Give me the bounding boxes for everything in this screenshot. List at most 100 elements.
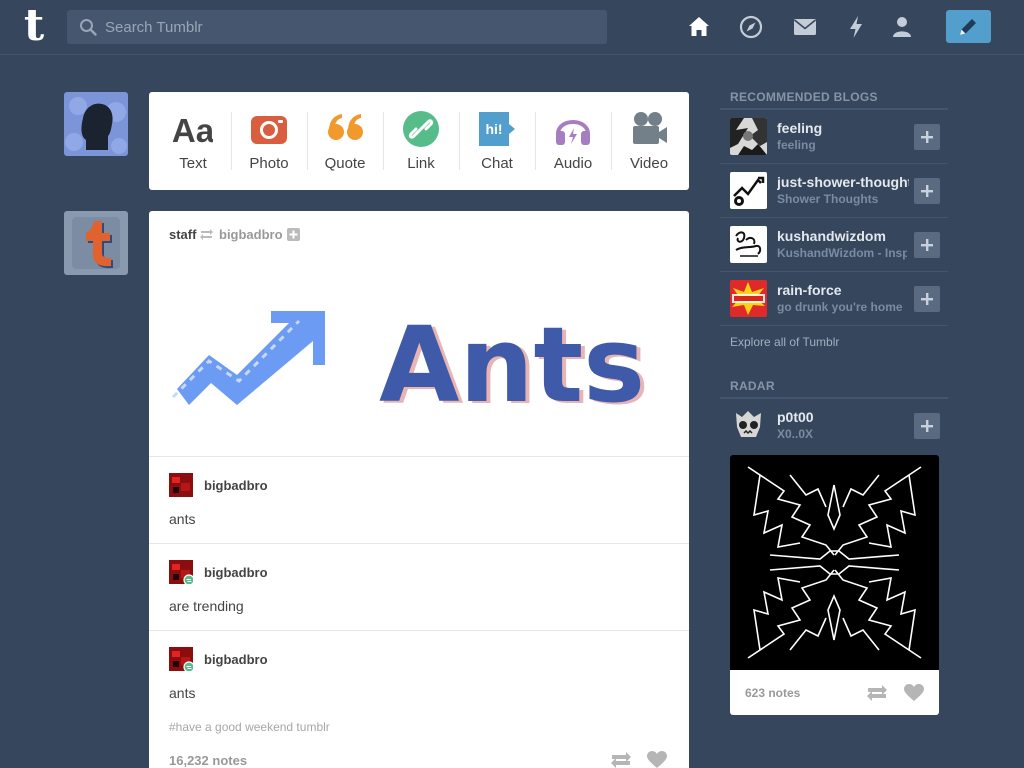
reblog-icon[interactable]	[610, 751, 632, 768]
staff-avatar[interactable]	[64, 211, 128, 275]
follow-button[interactable]	[914, 124, 940, 150]
search-icon	[80, 19, 97, 36]
radar-blog[interactable]: p0t00 X0..0X	[720, 399, 948, 453]
user-avatar[interactable]	[64, 92, 128, 156]
video-camera-icon	[633, 112, 667, 144]
post-type-label: Audio	[553, 155, 593, 172]
post-type-label: Chat	[481, 155, 513, 172]
compose-button[interactable]	[946, 10, 991, 43]
search-input[interactable]	[105, 10, 595, 44]
thread-item: bigbadbro ants	[149, 630, 689, 717]
radar-post: 623 notes	[730, 455, 939, 715]
reblogged-from-user[interactable]: bigbadbro	[219, 227, 283, 242]
blog-avatar-p0t00	[730, 407, 767, 444]
dashboard-post: staff bigbadbro Ants Ants bigbadbro ants	[149, 211, 689, 768]
follow-button[interactable]	[914, 286, 940, 312]
blog-description: Shower Thoughts	[777, 192, 879, 206]
search-box[interactable]	[67, 10, 607, 44]
staff-logo-icon	[72, 217, 120, 269]
svg-text:hi!: hi!	[485, 121, 502, 137]
bigbadbro-avatar[interactable]	[169, 560, 193, 584]
quote-icon	[328, 114, 363, 140]
link-icon	[403, 111, 439, 147]
blog-name[interactable]: just-shower-thoughts	[777, 174, 909, 190]
reblog-icon[interactable]	[866, 684, 888, 702]
thread-username[interactable]: bigbadbro	[204, 652, 268, 667]
thread-username[interactable]: bigbadbro	[204, 478, 268, 493]
plus-icon	[921, 185, 933, 197]
trending-arrow-icon	[171, 311, 325, 405]
post-type-text[interactable]: Aa Text	[155, 92, 231, 190]
heart-icon[interactable]	[904, 684, 924, 702]
blog-description: feeling	[777, 138, 816, 152]
blog-name[interactable]: kushandwizdom	[777, 228, 909, 244]
blog-description: go drunk you're home	[777, 300, 903, 314]
post-notes-count[interactable]: 16,232 notes	[169, 753, 247, 768]
follow-plus-icon[interactable]	[287, 228, 300, 241]
plus-icon	[921, 131, 933, 143]
post-type-quote[interactable]: Quote	[307, 92, 383, 190]
blog-name[interactable]: feeling	[777, 120, 909, 136]
blog-description: X0..0X	[777, 427, 814, 441]
thread-item: bigbadbro ants	[149, 456, 689, 543]
post-type-audio[interactable]: Audio	[535, 92, 611, 190]
blog-name[interactable]: rain-force	[777, 282, 909, 298]
post-type-photo[interactable]: Photo	[231, 92, 307, 190]
post-tags[interactable]: #have a good weekend tumblr	[169, 720, 330, 734]
text-icon: Aa	[173, 112, 213, 148]
trending-ants-image[interactable]: Ants Ants	[149, 281, 689, 441]
post-author[interactable]: staff	[169, 227, 196, 242]
heart-icon[interactable]	[647, 751, 667, 768]
recommended-blogs-title: RECOMMENDED BLOGS	[730, 90, 878, 104]
bigbadbro-avatar[interactable]	[169, 647, 193, 671]
radar-artwork-image[interactable]	[730, 455, 939, 670]
recommended-blog[interactable]: just-shower-thoughts Shower Thoughts	[720, 164, 948, 218]
recommended-blog[interactable]: kushandwizdom KushandWizdom - Inspiratio…	[720, 218, 948, 272]
reblog-small-icon	[200, 229, 213, 240]
post-type-label: Text	[179, 155, 207, 172]
thread-username[interactable]: bigbadbro	[204, 565, 268, 580]
follow-button[interactable]	[914, 232, 940, 258]
post-type-label: Quote	[324, 155, 366, 172]
blog-avatar-kushandwizdom	[730, 226, 767, 263]
account-icon[interactable]	[889, 14, 915, 40]
svg-text:Aa: Aa	[173, 112, 213, 148]
thread-text: ants	[169, 511, 196, 527]
thread-text: ants	[169, 685, 196, 701]
blog-name[interactable]: p0t00	[777, 409, 909, 425]
plus-icon	[921, 239, 933, 251]
plus-icon	[921, 420, 933, 432]
recommended-blog[interactable]: rain-force go drunk you're home	[720, 272, 948, 326]
pencil-icon	[960, 19, 976, 35]
blog-avatar-rain-force	[730, 280, 767, 317]
post-type-label: Video	[629, 155, 669, 172]
blog-avatar-shower-thoughts	[730, 172, 767, 209]
plus-icon	[921, 293, 933, 305]
camera-icon	[251, 116, 287, 144]
top-bar: t	[0, 0, 1024, 55]
blog-description: KushandWizdom - Inspiration	[777, 246, 907, 260]
explore-icon[interactable]	[738, 14, 764, 40]
follow-button[interactable]	[914, 178, 940, 204]
radar-notes-count[interactable]: 623 notes	[745, 686, 800, 700]
thread-item: bigbadbro are trending	[149, 543, 689, 630]
inbox-icon[interactable]	[792, 14, 818, 40]
explore-all-link[interactable]: Explore all of Tumblr	[730, 335, 839, 349]
post-type-video[interactable]: Video	[611, 92, 687, 190]
post-type-link[interactable]: Link	[383, 92, 459, 190]
tumblr-logo[interactable]: t	[14, 4, 54, 48]
trending-word: Ants	[379, 304, 645, 426]
radar-title: RADAR	[730, 379, 775, 393]
activity-icon[interactable]	[843, 14, 869, 40]
post-type-label: Link	[407, 155, 435, 172]
post-type-chat[interactable]: hi! Chat	[459, 92, 535, 190]
blog-avatar-feeling	[730, 118, 767, 155]
home-icon[interactable]	[686, 14, 712, 40]
bigbadbro-avatar[interactable]	[169, 473, 193, 497]
headphones-icon	[556, 120, 590, 145]
chat-icon: hi!	[479, 112, 515, 146]
post-type-bar: Aa Text Photo Quote Link hi! Chat Audio …	[149, 92, 689, 190]
user-silhouette-icon	[65, 97, 127, 154]
follow-button[interactable]	[914, 413, 940, 439]
recommended-blog[interactable]: feeling feeling	[720, 110, 948, 164]
